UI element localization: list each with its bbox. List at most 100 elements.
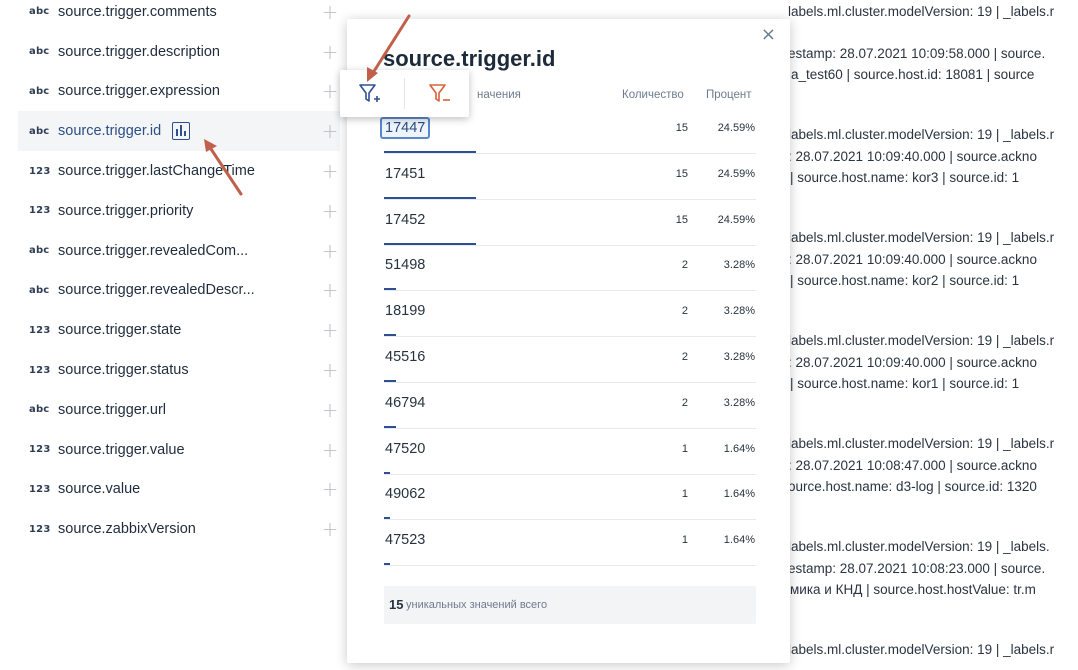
field-name[interactable]: source.trigger.revealedDescr... — [58, 282, 255, 298]
row-count: 15 — [675, 122, 688, 134]
field-list: abc source.trigger.comments + abc source.tri… — [18, 0, 340, 549]
log-line: labels.ml.cluster.modelVersion: 19 | _la… — [788, 642, 1055, 657]
add-field-icon[interactable]: + — [320, 278, 340, 302]
unique-values-summary: 15 уникальных значений всего — [384, 586, 756, 624]
field-name[interactable]: source.trigger.description — [58, 44, 220, 60]
field-name[interactable]: source.trigger.lastChangeTime — [58, 163, 255, 179]
field-name[interactable]: source.trigger.priority — [58, 203, 193, 219]
number-type-icon: 123 — [29, 483, 51, 495]
add-field-icon[interactable]: + — [320, 398, 340, 422]
field-item[interactable]: 123 source.value + — [18, 470, 340, 510]
log-line: estamp: 28.07.2021 10:08:23.000 | source… — [788, 561, 1046, 576]
field-name[interactable]: source.trigger.id — [58, 123, 161, 139]
value-row[interactable]: 46794 2 3.28% — [384, 383, 756, 429]
log-line: : 28.07.2021 10:09:40.000 | source.ackno — [788, 252, 1037, 267]
filter-include-button[interactable] — [358, 82, 382, 106]
row-value[interactable]: 45516 — [385, 349, 425, 365]
field-item[interactable]: 123 source.trigger.lastChangeTime + — [18, 151, 340, 191]
row-count: 2 — [681, 259, 688, 272]
value-row[interactable]: 17451 15 24.59% — [384, 154, 756, 200]
add-field-icon[interactable]: + — [320, 0, 340, 24]
string-type-icon: abc — [29, 6, 50, 18]
field-item[interactable]: abc source.trigger.url + — [18, 390, 340, 430]
field-item[interactable]: 123 source.trigger.state + — [18, 310, 340, 350]
value-row[interactable]: 49062 1 1.64% — [384, 474, 756, 521]
field-name[interactable]: source.trigger.revealedCom... — [58, 243, 248, 259]
log-line: : 28.07.2021 10:09:40.000 | source.ackno — [788, 355, 1037, 370]
field-name[interactable]: source.trigger.url — [58, 402, 166, 418]
column-header-percent[interactable]: Процент — [706, 89, 752, 101]
field-item[interactable]: 123 source.zabbixVersion + — [18, 509, 340, 549]
log-line: labels.ml.cluster.modelVersion: 19 | _la… — [788, 127, 1055, 142]
field-item[interactable]: abc source.trigger.comments + — [18, 0, 340, 32]
popup-title: source.trigger.id — [383, 46, 556, 71]
value-row[interactable]: 45516 2 3.28% — [384, 337, 756, 383]
row-value[interactable]: 17447 — [380, 117, 431, 139]
log-line: labels.ml.cluster.modelVersion: 19 | _la… — [788, 333, 1055, 348]
field-item[interactable]: abc source.trigger.id + — [18, 111, 340, 152]
row-value[interactable]: 17452 — [385, 212, 425, 228]
value-row[interactable]: 51498 2 3.28% — [384, 245, 756, 292]
field-item[interactable]: abc source.trigger.description + — [18, 32, 340, 72]
field-name[interactable]: source.value — [58, 481, 140, 497]
row-value[interactable]: 18199 — [385, 303, 425, 319]
row-value[interactable]: 47523 — [385, 532, 425, 548]
add-field-icon[interactable]: + — [320, 119, 340, 143]
number-type-icon: 123 — [29, 165, 51, 177]
number-type-icon: 123 — [29, 364, 51, 376]
field-name[interactable]: source.trigger.comments — [58, 4, 217, 20]
field-name[interactable]: source.trigger.status — [58, 362, 189, 378]
field-item[interactable]: abc source.trigger.expression + — [18, 72, 340, 112]
add-field-icon[interactable]: + — [320, 40, 340, 64]
row-value[interactable]: 47520 — [385, 441, 425, 457]
row-share-bar — [384, 563, 391, 566]
add-field-icon[interactable]: + — [320, 159, 340, 183]
column-header-value[interactable]: начения — [477, 89, 521, 101]
number-type-icon: 123 — [29, 444, 51, 456]
field-item[interactable]: abc source.trigger.revealedCom... + — [18, 231, 340, 271]
row-percent: 3.28% — [723, 305, 755, 318]
field-name[interactable]: source.trigger.state — [58, 322, 181, 338]
field-name[interactable]: source.trigger.value — [58, 442, 185, 458]
value-row[interactable]: 47523 1 1.64% — [384, 520, 756, 567]
row-value[interactable]: 17451 — [385, 166, 425, 182]
value-row[interactable]: 17452 15 24.59% — [384, 200, 756, 246]
add-field-icon[interactable]: + — [320, 199, 340, 223]
row-share-bar — [384, 151, 476, 153]
row-percent: 1.64% — [723, 488, 755, 501]
add-field-icon[interactable]: + — [320, 358, 340, 382]
field-item[interactable]: 123 source.trigger.status + — [18, 350, 340, 390]
row-count: 2 — [681, 351, 688, 363]
add-field-icon[interactable]: + — [320, 79, 340, 103]
value-filter-toolbar — [340, 70, 469, 117]
field-item[interactable]: 123 source.trigger.priority + — [18, 191, 340, 231]
field-item[interactable]: abc source.trigger.revealedDescr... + — [18, 271, 340, 311]
add-field-icon[interactable]: + — [320, 477, 340, 501]
row-share-bar — [384, 380, 397, 382]
add-field-icon[interactable]: + — [320, 517, 340, 541]
log-line: labels.ml.cluster.modelVersion: 19 | _la… — [788, 436, 1055, 451]
add-field-icon[interactable]: + — [320, 318, 340, 342]
add-field-icon[interactable]: + — [320, 438, 340, 462]
string-type-icon: abc — [29, 284, 50, 296]
column-header-count[interactable]: Количество — [622, 89, 684, 101]
filter-exclude-button[interactable] — [428, 82, 452, 106]
add-field-icon[interactable]: + — [320, 239, 340, 263]
number-type-icon: 123 — [29, 523, 51, 535]
log-line: estamp: 28.07.2021 10:09:58.000 | source… — [788, 46, 1046, 61]
row-percent: 3.28% — [723, 396, 755, 409]
string-type-icon: abc — [29, 404, 50, 416]
value-row[interactable]: 47520 1 1.64% — [384, 429, 756, 475]
row-value[interactable]: 49062 — [385, 486, 425, 502]
value-row[interactable]: 18199 2 3.28% — [384, 291, 756, 338]
field-stats-icon[interactable] — [172, 122, 191, 141]
field-item[interactable]: 123 source.trigger.value + — [18, 430, 340, 470]
field-name[interactable]: source.zabbixVersion — [58, 521, 196, 537]
close-icon[interactable]: × — [761, 24, 776, 45]
field-name[interactable]: source.trigger.expression — [58, 83, 220, 99]
number-type-icon: 123 — [29, 324, 51, 336]
row-share-bar — [384, 196, 476, 199]
row-value[interactable]: 46794 — [385, 395, 425, 411]
row-value[interactable]: 51498 — [385, 257, 425, 273]
row-count: 2 — [681, 305, 688, 318]
